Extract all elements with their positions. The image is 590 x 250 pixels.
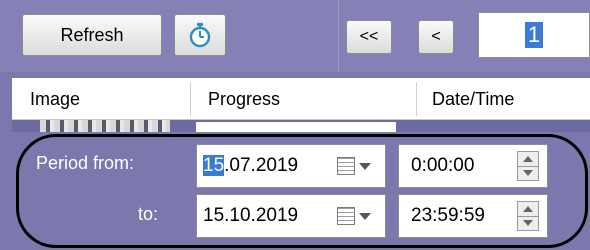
refresh-button[interactable]: Refresh — [22, 14, 162, 56]
column-header-progress[interactable]: Progress — [208, 78, 280, 120]
previous-page-button[interactable]: < — [418, 20, 454, 54]
stopwatch-button[interactable] — [174, 14, 226, 56]
stopwatch-icon — [189, 23, 211, 48]
first-page-button[interactable]: << — [346, 20, 392, 54]
column-header-datetime[interactable]: Date/Time — [432, 78, 514, 120]
row-progress-bar — [196, 122, 396, 132]
column-header-image[interactable]: Image — [30, 78, 80, 120]
highlight-ring — [16, 134, 588, 248]
column-separator[interactable] — [190, 82, 191, 116]
page-number-value: 1 — [524, 22, 544, 48]
page-number-input[interactable]: 1 — [478, 12, 590, 58]
row-thumbnail-image — [40, 120, 170, 132]
column-separator[interactable] — [416, 82, 417, 116]
grid-header: Image Progress Date/Time — [12, 78, 590, 120]
